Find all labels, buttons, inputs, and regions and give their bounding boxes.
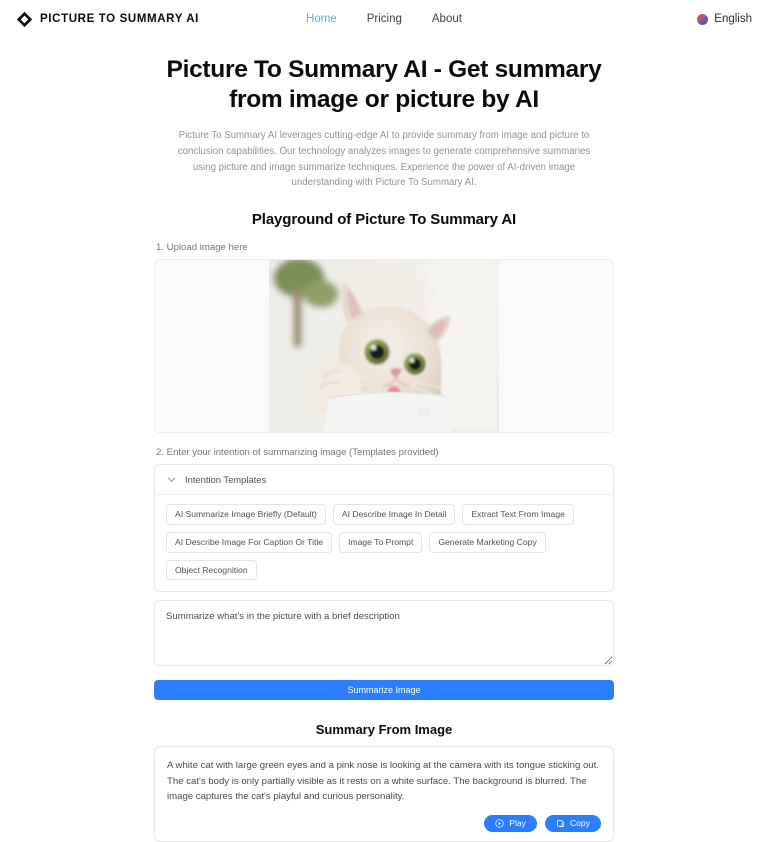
page-content: Picture To Summary AI - Get summary from… (0, 55, 768, 842)
step-1-label: 1. Upload image here (156, 242, 248, 254)
template-chip-image-to-prompt[interactable]: Image To Prompt (339, 531, 423, 553)
flag-icon (697, 13, 709, 25)
image-upload-area[interactable] (154, 259, 614, 434)
summary-heading: Summary From Image (315, 722, 453, 738)
playground-container: 1. Upload image here 2. Enter your inten… (154, 242, 614, 842)
template-chip-object-recognition[interactable]: Object Recognition (166, 559, 257, 581)
template-chip-extract-text[interactable]: Extract Text From Image (462, 504, 574, 525)
template-chip-list: AI Summarize Image Briefly (Default) AI … (155, 495, 613, 591)
summary-action-bar: Play Copy (167, 814, 601, 832)
copy-button-label: Copy (569, 818, 590, 829)
intention-templates-panel: Intention Templates AI Summarize Image B… (154, 464, 614, 593)
top-navbar: PICTURE TO SUMMARY AI Home Pricing About… (0, 0, 768, 38)
summary-result-card: A white cat with large green eyes and a … (154, 746, 614, 842)
nav-link-home[interactable]: Home (306, 13, 337, 25)
template-chip-caption-or-title[interactable]: AI Describe Image For Caption Or Title (166, 531, 333, 553)
template-chip-summarize-briefly[interactable]: AI Summarize Image Briefly (Default) (166, 504, 326, 525)
summary-result-text: A white cat with large green eyes and a … (167, 760, 599, 802)
primary-nav: Home Pricing About (306, 13, 462, 25)
hero-description: Picture To Summary AI leverages cutting-… (177, 130, 591, 189)
brand-logo[interactable]: PICTURE TO SUMMARY AI (16, 11, 199, 28)
nav-link-about[interactable]: About (432, 13, 462, 25)
play-button[interactable]: Play (484, 814, 537, 832)
brand-name: PICTURE TO SUMMARY AI (40, 13, 199, 25)
play-circle-icon (495, 819, 504, 828)
template-chip-marketing-copy[interactable]: Generate Marketing Copy (429, 531, 546, 553)
chevron-down-icon (168, 477, 175, 482)
language-label: English (714, 13, 752, 25)
playground-heading: Playground of Picture To Summary AI (251, 211, 517, 229)
page-title: Picture To Summary AI - Get summary from… (166, 56, 602, 113)
intention-input[interactable] (154, 600, 614, 667)
diamond-logo-icon (16, 11, 33, 27)
nav-link-pricing[interactable]: Pricing (367, 13, 402, 25)
template-chip-describe-in-detail[interactable]: AI Describe Image In Detail (332, 504, 456, 525)
copy-icon (556, 819, 564, 827)
intention-templates-header[interactable]: Intention Templates (155, 465, 613, 496)
play-button-label: Play (509, 818, 526, 829)
copy-button[interactable]: Copy (544, 814, 601, 832)
uploaded-image-preview (269, 260, 499, 433)
step-2-label: 2. Enter your intention of summarizing i… (156, 447, 439, 459)
language-selector[interactable]: English (697, 13, 752, 25)
intention-templates-label: Intention Templates (185, 474, 267, 486)
summarize-image-button[interactable]: Summarize Image (154, 680, 614, 701)
